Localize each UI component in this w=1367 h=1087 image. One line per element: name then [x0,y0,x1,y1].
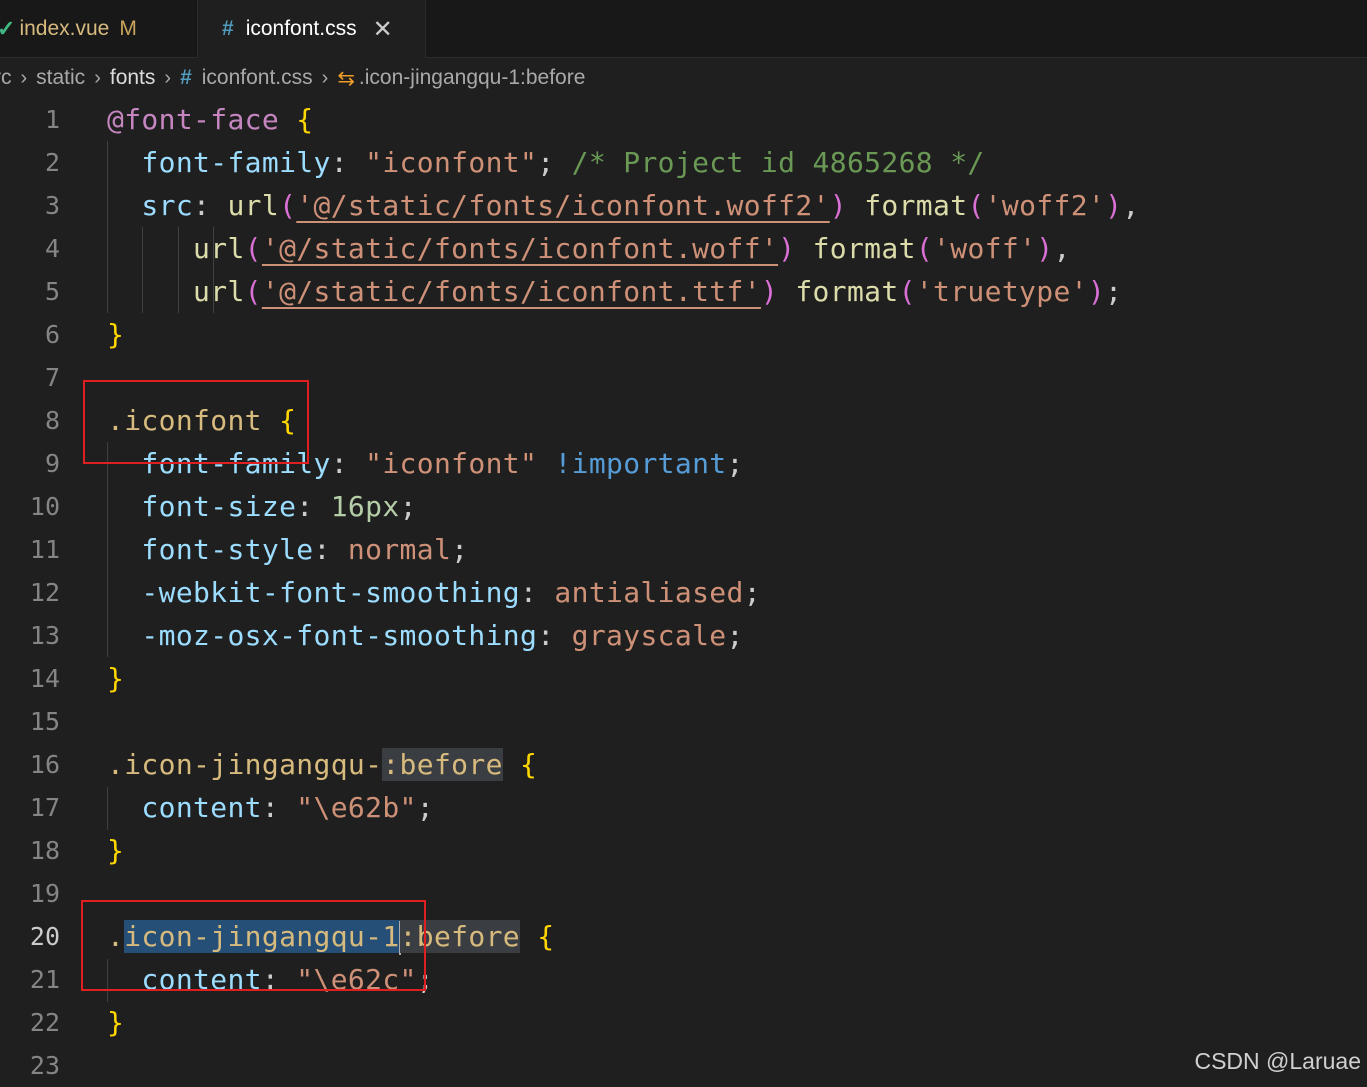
chevron-right-icon: › [20,66,28,89]
code-line: 15 [0,700,1367,743]
line-number: 20 [29,922,60,951]
tab-label: index.vue [19,16,110,40]
code-line: 12 -webkit-font-smoothing: antialiased; [0,571,1367,614]
line-number: 22 [29,1008,60,1037]
line-text: } [107,318,125,351]
line-number: 10 [29,492,60,521]
line-text: content: "\e62b"; [141,791,434,824]
code-line: 18 } [0,829,1367,872]
breadcrumb-item-src[interactable]: rc [0,66,12,90]
code-line: 22 } [0,1001,1367,1044]
breadcrumb: rc › static › fonts › # iconfont.css › ⇆… [0,58,585,98]
code-line: 14 } [0,657,1367,700]
code-line: 1 @font-face { [0,98,1367,141]
annotation-box-iconfont [83,380,309,464]
line-text: src: url('@/static/fonts/iconfont.woff2'… [141,189,1140,222]
line-text: -webkit-font-smoothing: antialiased; [141,576,761,609]
code-line: 17 content: "\e62b"; [0,786,1367,829]
line-text: font-size: 16px; [141,490,417,523]
code-line: 4 url('@/static/fonts/iconfont.woff') fo… [0,227,1367,270]
modified-badge: M [119,16,137,40]
annotation-box-icon-jingangqu-1 [81,900,426,991]
code-line: 11 font-style: normal; [0,528,1367,571]
line-number: 7 [44,363,60,392]
line-number: 9 [44,449,60,478]
line-text: .icon-jingangqu-:before { [107,748,538,781]
line-text: url('@/static/fonts/iconfont.woff') form… [193,232,1071,265]
line-number: 15 [29,707,60,736]
tab-index-vue[interactable]: ✓ index.vue M [0,0,198,57]
line-number: 14 [29,664,60,693]
code-line: 6 } [0,313,1367,356]
code-line: 3 src: url('@/static/fonts/iconfont.woff… [0,184,1367,227]
tab-iconfont-css[interactable]: # iconfont.css ✕ [198,0,426,58]
chevron-right-icon: › [164,66,172,89]
line-number: 16 [29,750,60,779]
chevron-right-icon: › [94,66,101,89]
line-number: 23 [29,1051,60,1080]
chevron-right-icon: › [321,66,329,89]
breadcrumb-item-file[interactable]: iconfont.css [202,66,313,90]
line-number: 12 [29,578,60,607]
line-number: 17 [29,793,60,822]
line-number: 3 [44,191,60,220]
breadcrumb-item-static[interactable]: static [36,66,85,90]
css-file-icon: # [222,17,234,40]
line-number: 1 [44,105,60,134]
code-line: 10 font-size: 16px; [0,485,1367,528]
line-number: 8 [44,406,60,435]
tab-label: iconfont.css [245,17,357,40]
line-number: 6 [44,320,60,349]
line-text: font-style: normal; [141,533,469,566]
vue-file-icon: ✓ [0,15,16,41]
line-text: } [107,1006,125,1039]
code-line: 2 font-family: "iconfont"; /* Project id… [0,141,1367,184]
line-text: } [107,834,125,867]
code-line: 5 url('@/static/fonts/iconfont.ttf') for… [0,270,1367,313]
code-line: 23 [0,1044,1367,1087]
css-file-icon: # [180,66,192,89]
close-icon[interactable]: ✕ [373,15,393,44]
line-number: 5 [44,277,60,306]
line-number: 13 [29,621,60,650]
code-line: 16 .icon-jingangqu-:before { [0,743,1367,786]
line-number: 2 [44,148,60,177]
breadcrumb-item-fonts[interactable]: fonts [110,66,156,90]
line-number: 11 [29,535,60,564]
code-line: 13 -moz-osx-font-smoothing: grayscale; [0,614,1367,657]
line-text: url('@/static/fonts/iconfont.ttf') forma… [193,275,1123,308]
line-number: 18 [29,836,60,865]
watermark: CSDN @Laruae [1194,1048,1361,1074]
tab-bar: ✓ index.vue M # iconfont.css ✕ [0,0,1367,58]
breadcrumb-item-symbol[interactable]: .icon-jingangqu-1:before [359,66,586,90]
line-text: @font-face { [107,103,314,136]
line-number: 21 [29,965,60,994]
line-text: -moz-osx-font-smoothing: grayscale; [141,619,744,652]
line-number: 19 [29,879,60,908]
css-symbol-icon: ⇆ [337,66,355,90]
line-text: } [107,662,125,695]
line-text: font-family: "iconfont"; /* Project id 4… [141,146,985,179]
line-number: 4 [44,234,60,263]
